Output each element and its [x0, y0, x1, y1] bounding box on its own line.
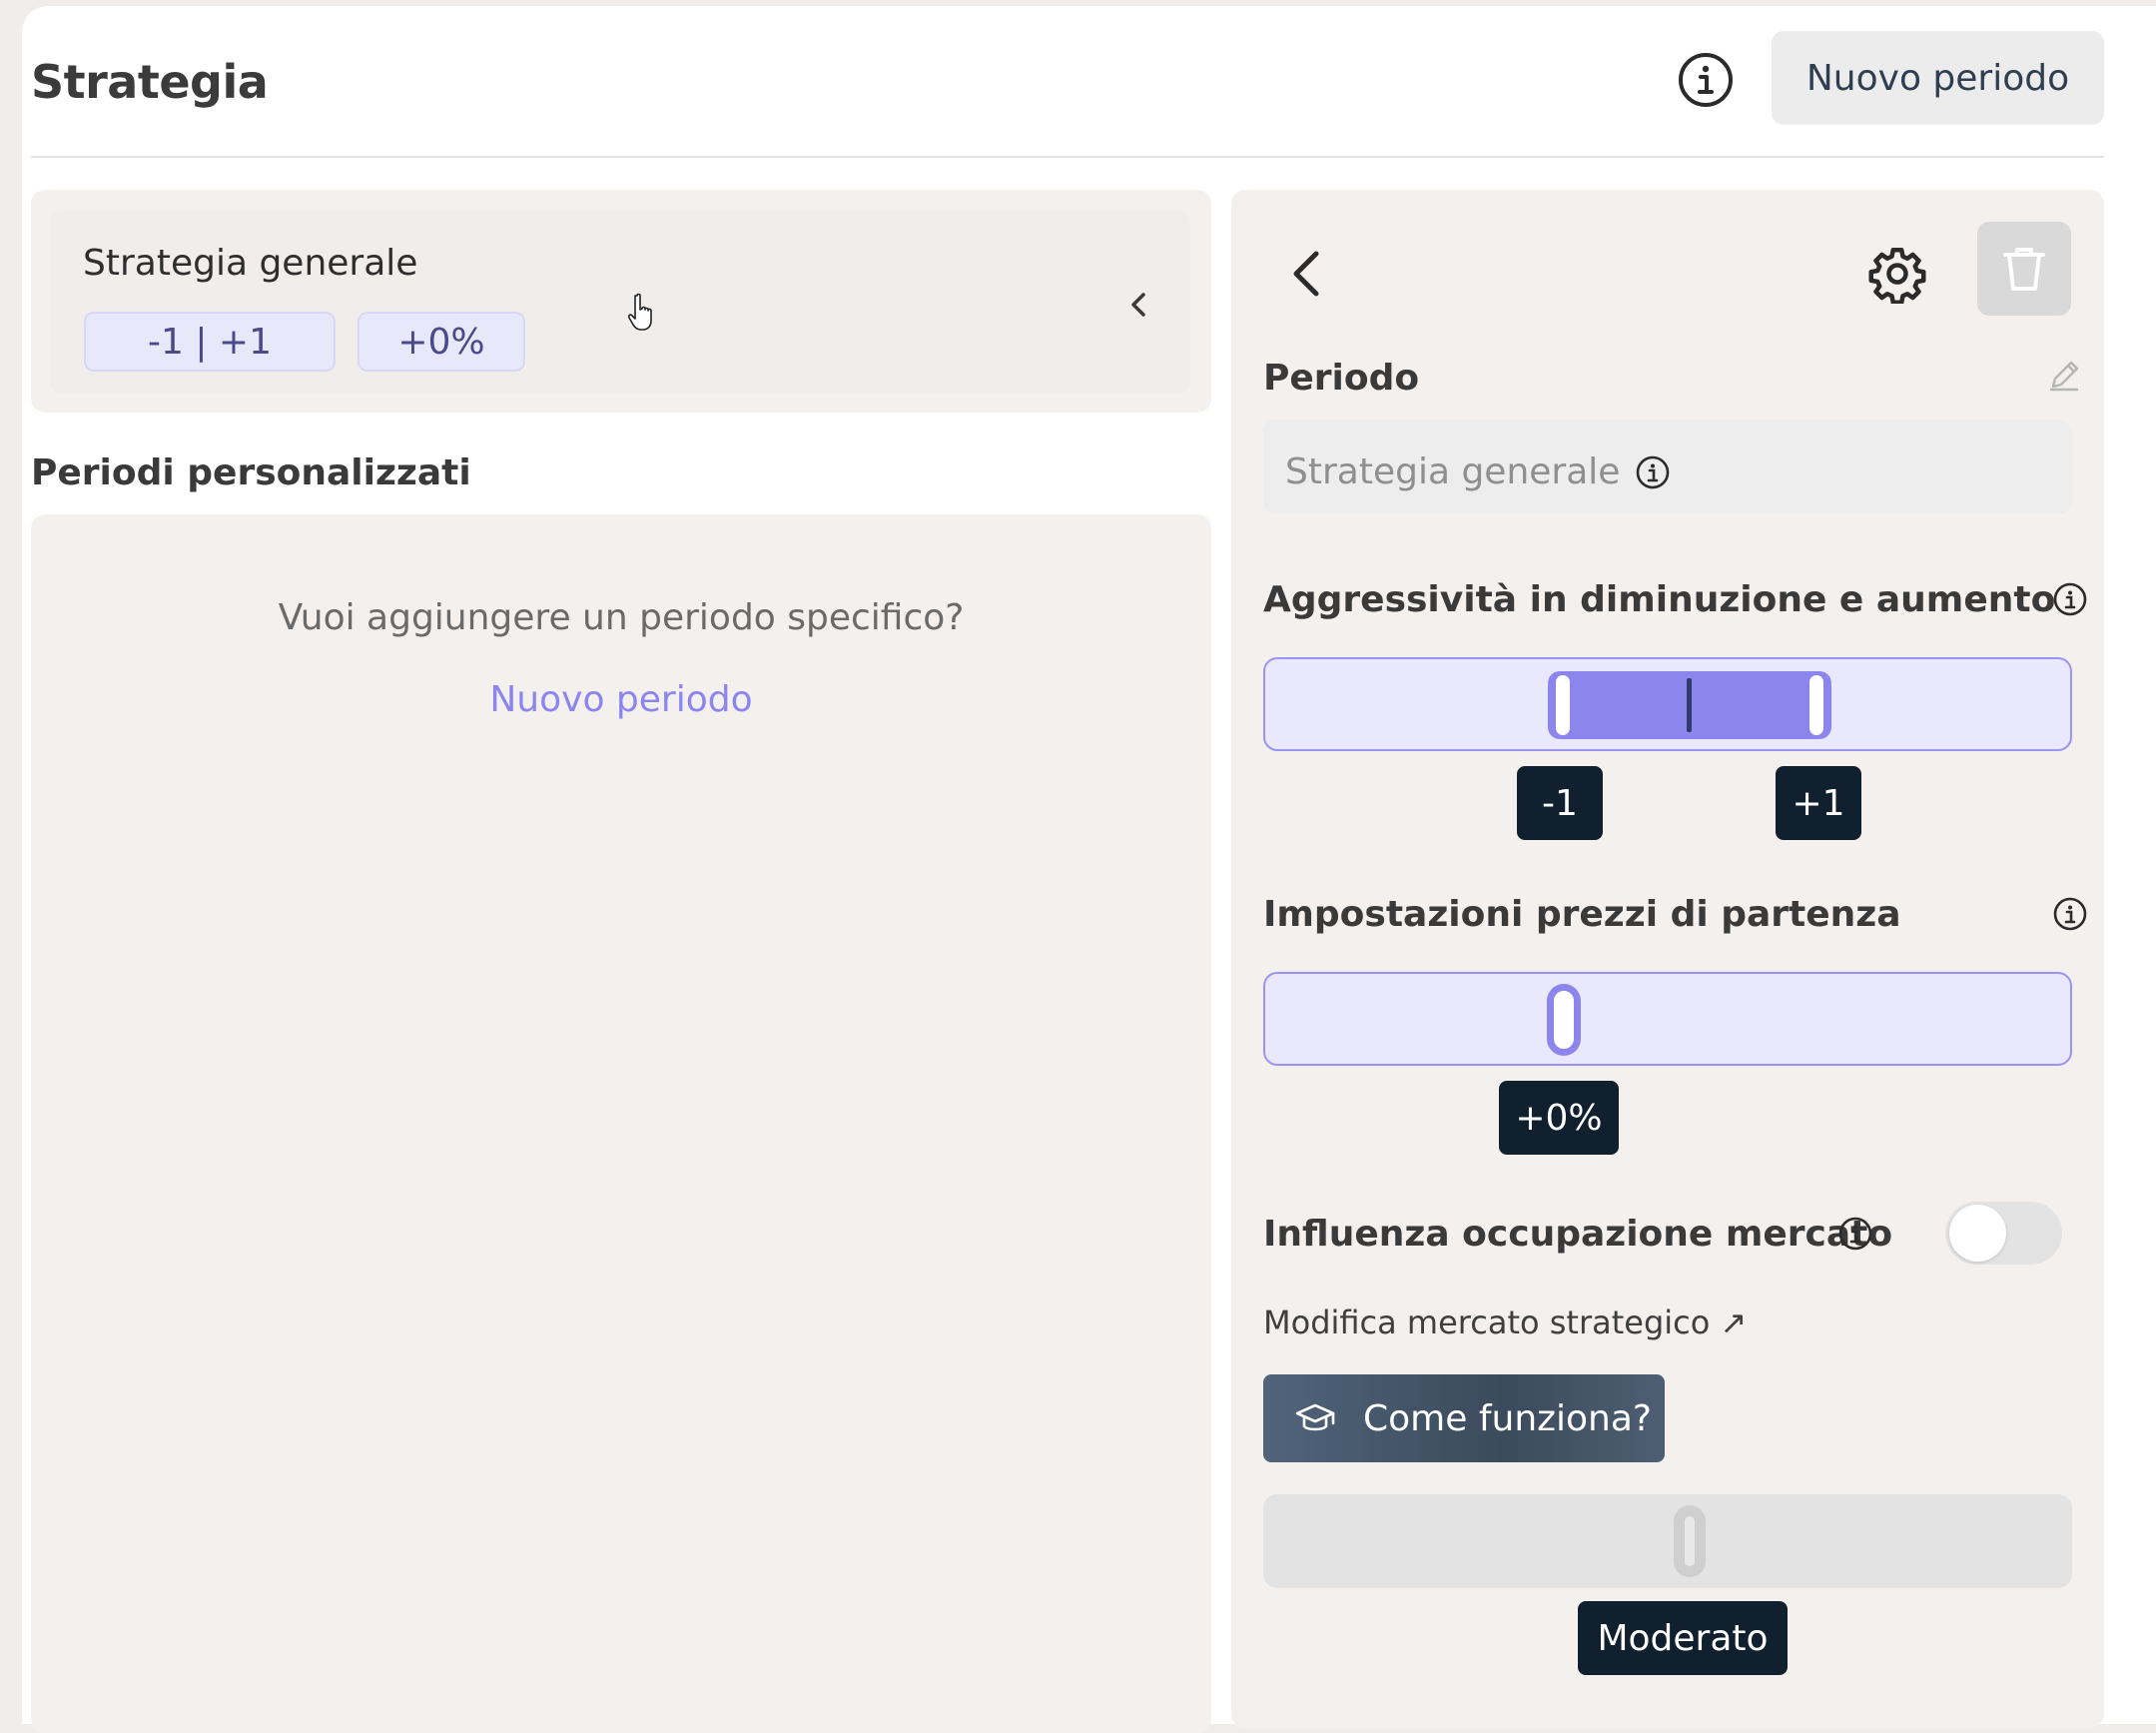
aggressiveness-min-handle[interactable]: [1556, 675, 1570, 735]
starting-prices-label: Impostazioni prezzi di partenza: [1263, 894, 1901, 935]
graduation-cap-icon: [1295, 1403, 1335, 1431]
header-divider: [31, 156, 2104, 158]
page-title: Strategia: [31, 55, 269, 109]
starting-prices-tooltip: +0%: [1499, 1081, 1619, 1155]
how-it-works-button[interactable]: Come funziona?: [1263, 1374, 1665, 1462]
info-icon[interactable]: [2052, 896, 2088, 932]
info-icon[interactable]: [2052, 581, 2088, 617]
intensity-tooltip: Moderato: [1578, 1601, 1788, 1675]
delete-button[interactable]: [1977, 222, 2071, 316]
starting-prices-handle[interactable]: [1547, 984, 1581, 1056]
aggressiveness-max-handle[interactable]: [1809, 675, 1823, 735]
aggressiveness-center-marker: [1687, 678, 1692, 732]
period-value: Strategia generale: [1285, 451, 1621, 492]
market-occupancy-label: Influenza occupazione mercato: [1263, 1214, 1893, 1255]
gear-icon[interactable]: [1867, 244, 1927, 305]
hand-cursor-icon: [627, 290, 667, 338]
info-icon[interactable]: [1676, 50, 1736, 110]
toggle-knob: [1949, 1205, 2006, 1262]
edit-pencil-icon[interactable]: [2045, 355, 2085, 395]
general-strategy-title: Strategia generale: [83, 243, 418, 284]
info-icon[interactable]: [1837, 1216, 1873, 1252]
edit-strategic-market-link[interactable]: Modifica mercato strategico ↗: [1263, 1303, 1747, 1341]
aggressiveness-chip: -1 | +1: [84, 312, 336, 372]
aggressiveness-min-tooltip: -1: [1517, 766, 1603, 840]
trash-icon: [2003, 248, 2045, 291]
starting-prices-slider[interactable]: [1263, 972, 2072, 1066]
aggressiveness-label: Aggressività in diminuzione e aumento: [1263, 579, 2056, 620]
intensity-slider[interactable]: [1263, 1494, 2072, 1588]
add-period-link[interactable]: Nuovo periodo: [31, 679, 1211, 720]
back-icon[interactable]: [1286, 246, 1326, 302]
how-it-works-label: Come funziona?: [1363, 1397, 1653, 1439]
empty-state-question: Vuoi aggiungere un periodo specifico?: [278, 597, 965, 638]
period-label: Periodo: [1263, 358, 1420, 399]
aggressiveness-max-tooltip: +1: [1776, 766, 1861, 840]
info-icon[interactable]: [1635, 454, 1671, 490]
intensity-handle-inner: [1685, 1516, 1695, 1566]
custom-periods-title: Periodi personalizzati: [31, 452, 471, 493]
chevron-left-icon[interactable]: [1118, 285, 1158, 325]
new-period-button[interactable]: Nuovo periodo: [1772, 31, 2104, 125]
price-chip: +0%: [358, 312, 525, 372]
